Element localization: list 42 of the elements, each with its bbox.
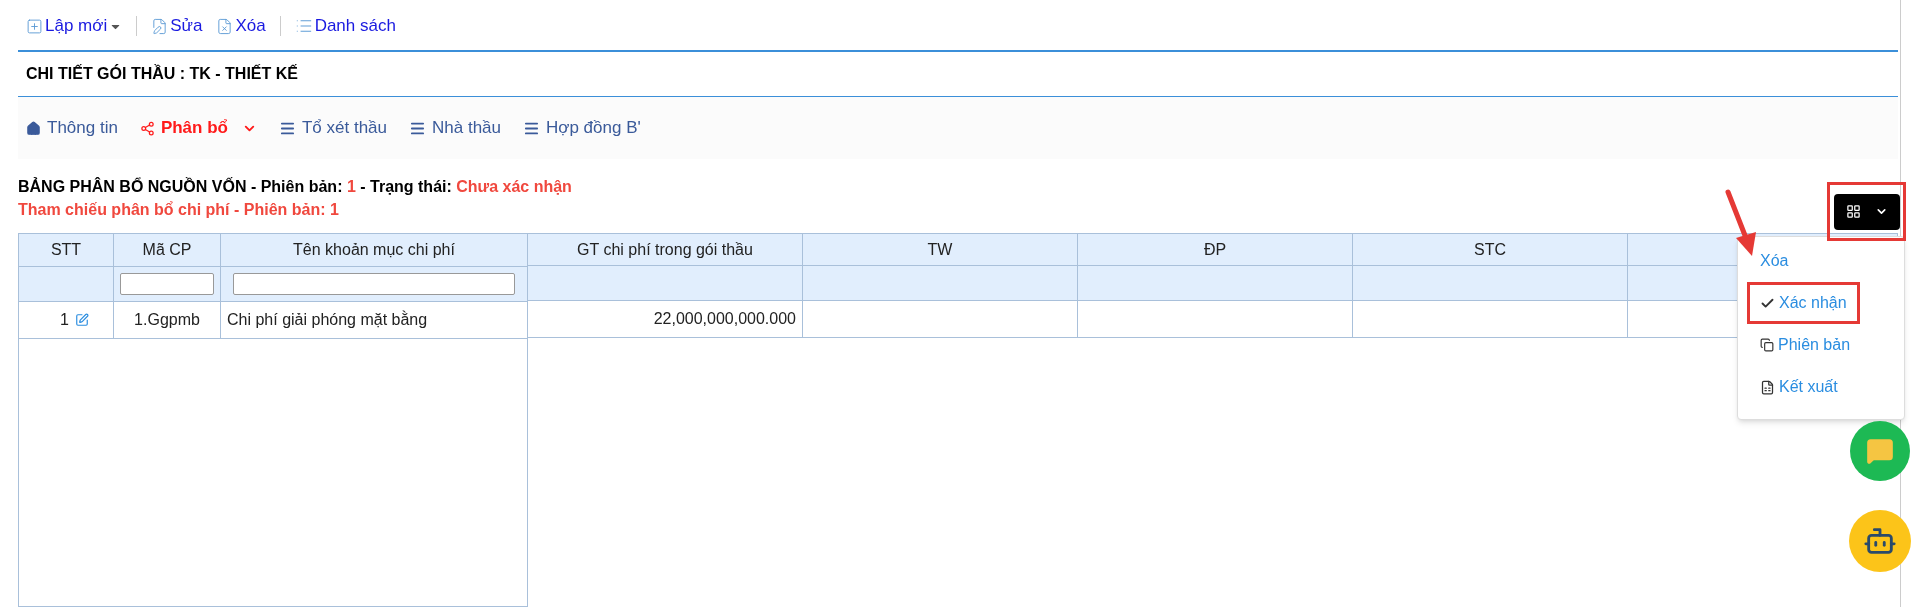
- toolbar-button[interactable]: Xóa: [216, 13, 266, 39]
- column-header: Mã CP: [114, 234, 221, 266]
- copy-icon: [1760, 338, 1774, 352]
- table-heading: BẢNG PHÂN BỔ NGUỒN VỐN - Phiên bản: 1 - Trạng thái: Chưa xác nhận: [18, 176, 572, 197]
- column-header: GT chi phí trong gói thầu: [528, 234, 803, 265]
- page-title: CHI TIẾT GÓI THẦU : TK - THIẾT KẾ: [26, 63, 298, 84]
- table-cell: 22,000,000,000.000: [528, 301, 803, 337]
- filter-input[interactable]: [233, 273, 515, 295]
- filter-input[interactable]: [120, 273, 214, 295]
- nav-tab[interactable]: Nhà thầu: [409, 115, 501, 141]
- column-header: STT: [19, 234, 114, 266]
- plus-square-icon: [26, 17, 43, 35]
- list-icon: [294, 17, 313, 35]
- column-header: Tên khoản mục chi phí: [292, 240, 456, 260]
- table-cell: 1.Ggpmb: [114, 302, 221, 338]
- grid-icon: [1845, 204, 1861, 219]
- toolbar-button[interactable]: Lập mới: [26, 13, 123, 39]
- menu-item[interactable]: Kết xuất: [1760, 369, 1838, 405]
- file-x-icon: [216, 17, 234, 35]
- column-header: STC: [1353, 234, 1628, 265]
- chat-bubble-icon: [1866, 437, 1894, 465]
- spreadsheet-icon: [1760, 379, 1775, 395]
- column-header: ĐP: [1078, 234, 1353, 265]
- nav-tab[interactable]: Thông tin: [26, 115, 118, 141]
- menu-item[interactable]: Xóa: [1760, 243, 1789, 279]
- share-icon: [139, 120, 155, 136]
- file-pen-icon: [151, 17, 169, 35]
- toolbar-button[interactable]: Sửa: [151, 13, 203, 39]
- toolbar-button[interactable]: Danh sách: [294, 13, 396, 39]
- edit-icon[interactable]: [75, 313, 89, 327]
- nav-tab[interactable]: Tổ xét thầu: [278, 115, 387, 141]
- actions-button[interactable]: [1833, 193, 1900, 230]
- nav-tab[interactable]: Hợp đồng B': [523, 115, 641, 141]
- home-icon: [26, 120, 41, 136]
- nav-tab[interactable]: Phân bổ: [139, 115, 257, 141]
- table-cell-text: 1: [60, 310, 69, 330]
- chat-button[interactable]: [1850, 421, 1910, 481]
- reference-text: Tham chiếu phân bổ chi phí - Phiên bản: 1: [18, 200, 339, 220]
- table-cell-text: Chi phí giải phóng mặt bằng: [226, 309, 429, 330]
- menu-item[interactable]: Phiên bản: [1760, 327, 1851, 363]
- menu-item[interactable]: Xác nhận: [1750, 285, 1857, 321]
- column-header: TW: [803, 234, 1078, 265]
